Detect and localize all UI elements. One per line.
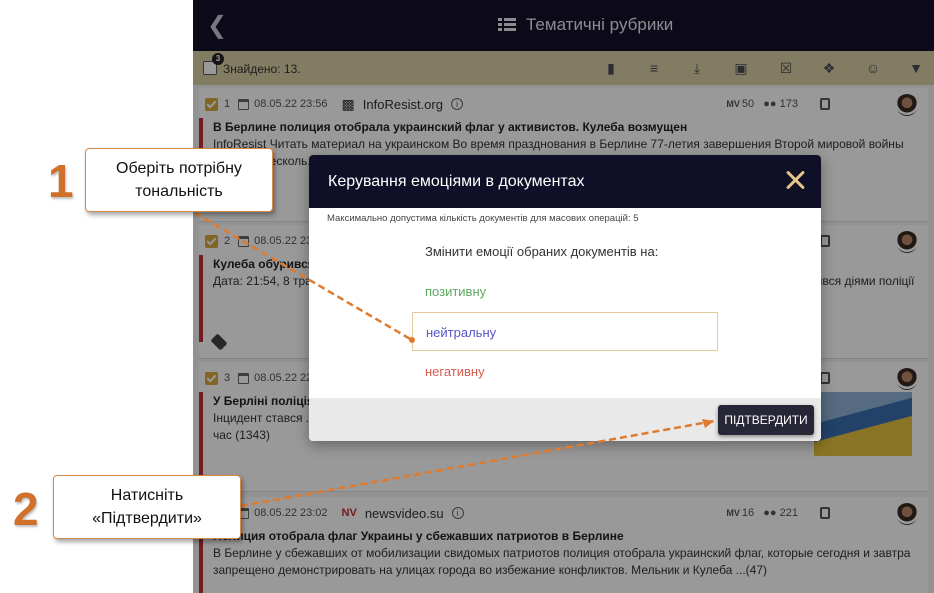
callout-step-2: Натисніть «Підтвердити» [53,475,241,539]
callout-step-1: Оберіть потрібну тональність [85,148,273,212]
tutorial-screenshot: ❮ Тематичні рубрики 3 Знайдено: 13. ▮ ≡ … [0,0,934,593]
emotion-dialog: Керування емоціями в документах Максимал… [309,155,821,441]
dialog-question: Змінити емоції обраних документів на: [425,244,659,259]
step-number: 1 [48,155,74,207]
close-icon[interactable] [783,167,809,193]
dialog-note: Максимально допустима кількість документ… [327,213,639,224]
option-neutral[interactable]: нейтральну [412,312,718,351]
dialog-title: Керування емоціями в документах [328,173,585,190]
step-number: 2 [13,483,39,535]
dialog-header: Керування емоціями в документах [309,155,821,208]
option-negative[interactable]: негативну [412,352,718,391]
option-positive[interactable]: позитивну [412,272,718,311]
confirm-button[interactable]: ПІДТВЕРДИТИ [718,405,814,435]
